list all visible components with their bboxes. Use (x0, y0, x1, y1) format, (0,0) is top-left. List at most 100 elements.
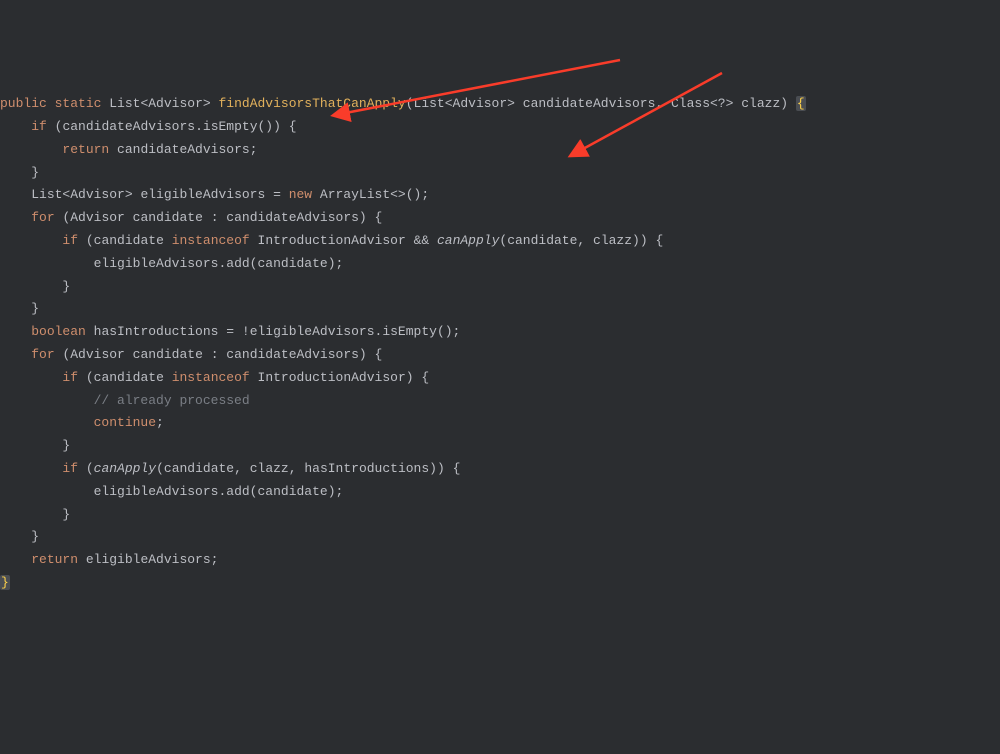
code-line-16: } (0, 435, 1000, 458)
token-ident: candidateAdvisors (226, 347, 359, 362)
token-methoditalic: canApply (437, 233, 499, 248)
code-line-2: if (candidateAdvisors.isEmpty()) { (0, 116, 1000, 139)
code-line-5: List<Advisor> eligibleAdvisors = new Arr… (0, 184, 1000, 207)
code-line-19: } (0, 504, 1000, 527)
code-line-20: } (0, 526, 1000, 549)
token-k: if (62, 461, 78, 476)
token-punct: : (203, 210, 226, 225)
token-punct: } (62, 507, 70, 522)
token-punct: . (195, 119, 203, 134)
token-ident: clazz (741, 96, 780, 111)
token-k: instanceof (172, 370, 250, 385)
code-line-10: } (0, 298, 1000, 321)
code-line-11: boolean hasIntroductions = !eligibleAdvi… (0, 321, 1000, 344)
token-punct: , (289, 461, 305, 476)
code-line-8: eligibleAdvisors.add(candidate); (0, 253, 1000, 276)
token-k: if (62, 233, 78, 248)
token-punct: } (31, 529, 39, 544)
token-ident: candidate (257, 256, 327, 271)
token-punct: ( (86, 370, 94, 385)
token-ident: candidateAdvisors (226, 210, 359, 225)
token-ident: clazz (250, 461, 289, 476)
token-ident: candidate (164, 461, 234, 476)
token-ident: candidate (94, 233, 164, 248)
token-k: boolean (31, 324, 86, 339)
token-punct: , (234, 461, 250, 476)
token-type: List<Advisor> (109, 96, 210, 111)
token-brace-hl: } (0, 575, 10, 590)
token-ident: eligibleAdvisors (250, 324, 375, 339)
token-punct: (); (406, 187, 429, 202)
code-line-22: } (0, 572, 1000, 595)
token-ident: candidate (133, 210, 203, 225)
token-type: Class<?> (671, 96, 733, 111)
token-ident: eligibleAdvisors (86, 552, 211, 567)
code-line-3: return candidateAdvisors; (0, 139, 1000, 162)
token-punct: ; (250, 142, 258, 157)
code-line-9: } (0, 276, 1000, 299)
token-k: public (0, 96, 47, 111)
token-comment: // already processed (94, 393, 250, 408)
token-punct: ()) { (258, 119, 297, 134)
token-punct: = ! (218, 324, 249, 339)
token-ident: candidate (507, 233, 577, 248)
token-ident: eligibleAdvisors (94, 256, 219, 271)
token-type: IntroductionAdvisor (258, 370, 406, 385)
token-k: new (289, 187, 312, 202)
token-ident: candidate (94, 370, 164, 385)
token-punct: ); (328, 484, 344, 499)
token-ident: add (226, 256, 249, 271)
token-ident: candidate (133, 347, 203, 362)
token-ident: eligibleAdvisors (94, 484, 219, 499)
token-punct: : (203, 347, 226, 362)
token-punct: ); (328, 256, 344, 271)
token-punct: , (655, 96, 671, 111)
code-line-1: public static List<Advisor> findAdvisors… (0, 93, 1000, 116)
token-ident: hasIntroductions (304, 461, 429, 476)
token-k: if (31, 119, 47, 134)
token-punct: } (31, 165, 39, 180)
token-punct: ) { (359, 210, 382, 225)
token-ident: candidateAdvisors (117, 142, 250, 157)
token-punct: )) { (429, 461, 460, 476)
code-line-13: if (candidate instanceof IntroductionAdv… (0, 367, 1000, 390)
token-punct: ; (211, 552, 219, 567)
token-ident: isEmpty (382, 324, 437, 339)
token-punct: ) { (406, 370, 429, 385)
token-type: Advisor (70, 347, 125, 362)
token-type: List<Advisor> (414, 96, 515, 111)
token-punct: } (31, 301, 39, 316)
token-k: static (55, 96, 102, 111)
code-line-7: if (candidate instanceof IntroductionAdv… (0, 230, 1000, 253)
token-type: Advisor (70, 210, 125, 225)
token-k: instanceof (172, 233, 250, 248)
token-k: return (31, 552, 78, 567)
token-k: for (31, 347, 54, 362)
token-punct: ( (86, 233, 94, 248)
token-ident: hasIntroductions (94, 324, 219, 339)
code-editor: public static List<Advisor> findAdvisors… (0, 91, 1000, 595)
token-ident: candidateAdvisors (523, 96, 656, 111)
token-punct: } (62, 279, 70, 294)
token-ident: candidateAdvisors (62, 119, 195, 134)
token-methoditalic: canApply (94, 461, 156, 476)
token-k: for (31, 210, 54, 225)
token-punct: ( (156, 461, 164, 476)
token-punct: ) { (359, 347, 382, 362)
token-ident: clazz (593, 233, 632, 248)
token-k: return (62, 142, 109, 157)
token-punct: , (577, 233, 593, 248)
token-punct: ; (156, 415, 164, 430)
token-k: if (62, 370, 78, 385)
code-line-14: // already processed (0, 390, 1000, 413)
code-line-17: if (canApply(candidate, clazz, hasIntrod… (0, 458, 1000, 481)
token-punct: ( (86, 461, 94, 476)
code-line-6: for (Advisor candidate : candidateAdviso… (0, 207, 1000, 230)
code-line-18: eligibleAdvisors.add(candidate); (0, 481, 1000, 504)
token-ident: add (226, 484, 249, 499)
token-brace-hl: { (796, 96, 806, 111)
token-ident: candidate (257, 484, 327, 499)
token-punct: } (62, 438, 70, 453)
token-ident: isEmpty (203, 119, 258, 134)
code-line-15: continue; (0, 412, 1000, 435)
